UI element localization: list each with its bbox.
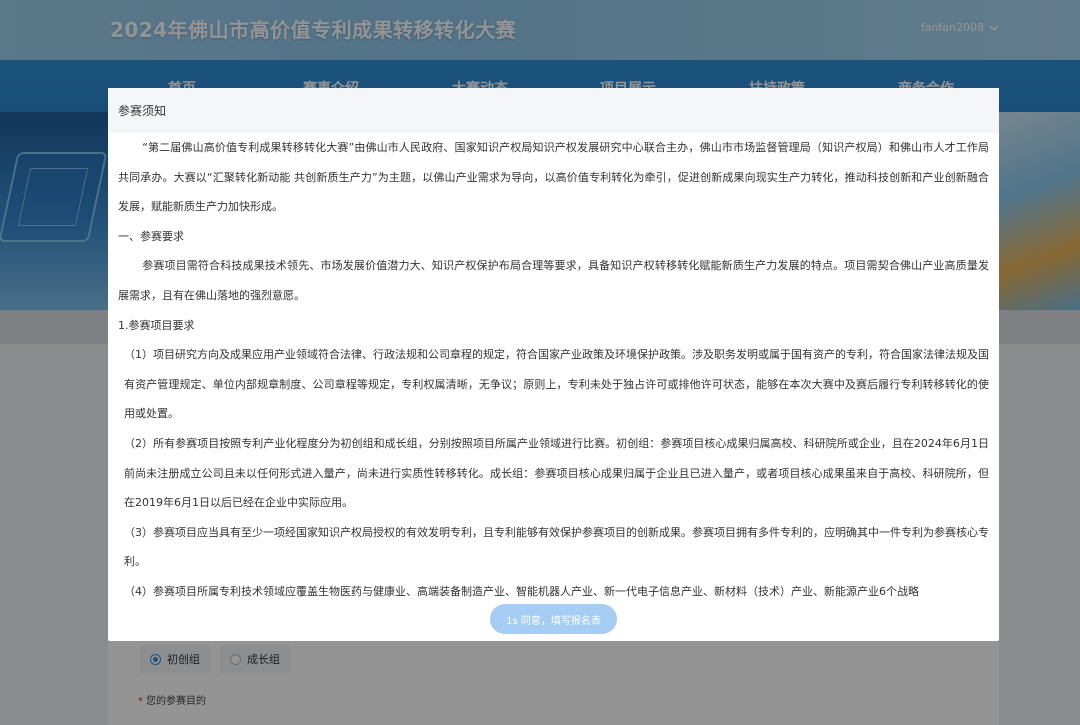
section-heading: 一、参赛要求: [118, 229, 184, 243]
dialog-content[interactable]: “第二届佛山高价值专利成果转移转化大赛”由佛山市人民政府、国家知识产权局知识产权…: [108, 133, 999, 597]
requirement-paragraph: 参赛项目需符合科技成果技术领先、市场发展价值潜力大、知识产权保护布局合理等要求，…: [118, 259, 989, 302]
rule-item: （3）参赛项目应当具有至少一项经国家知识产权局授权的有效发明专利，且专利能够有效…: [124, 525, 989, 569]
subsection-heading: 1.参赛项目要求: [118, 318, 195, 332]
dialog-title: 参赛须知: [118, 104, 167, 118]
dialog-header: 参赛须知: [108, 88, 999, 133]
intro-paragraph: “第二届佛山高价值专利成果转移转化大赛”由佛山市人民政府、国家知识产权局知识产权…: [118, 141, 989, 214]
agree-register-button[interactable]: 1s 同意，填写报名表: [490, 604, 617, 634]
notice-dialog: 参赛须知 “第二届佛山高价值专利成果转移转化大赛”由佛山市人民政府、国家知识产权…: [108, 88, 999, 641]
rule-item: （1）项目研究方向及成果应用产业领域符合法律、行政法规和公司章程的规定，符合国家…: [124, 348, 989, 421]
rule-item: （2）所有参赛项目按照专利产业化程度分为初创组和成长组，分别按照项目所属产业领域…: [124, 436, 989, 510]
rule-item: （4）参赛项目所属专利技术领域应覆盖生物医药与健康业、高端装备制造产业、智能机器…: [124, 584, 919, 597]
dialog-footer: 1s 同意，填写报名表: [108, 597, 999, 641]
